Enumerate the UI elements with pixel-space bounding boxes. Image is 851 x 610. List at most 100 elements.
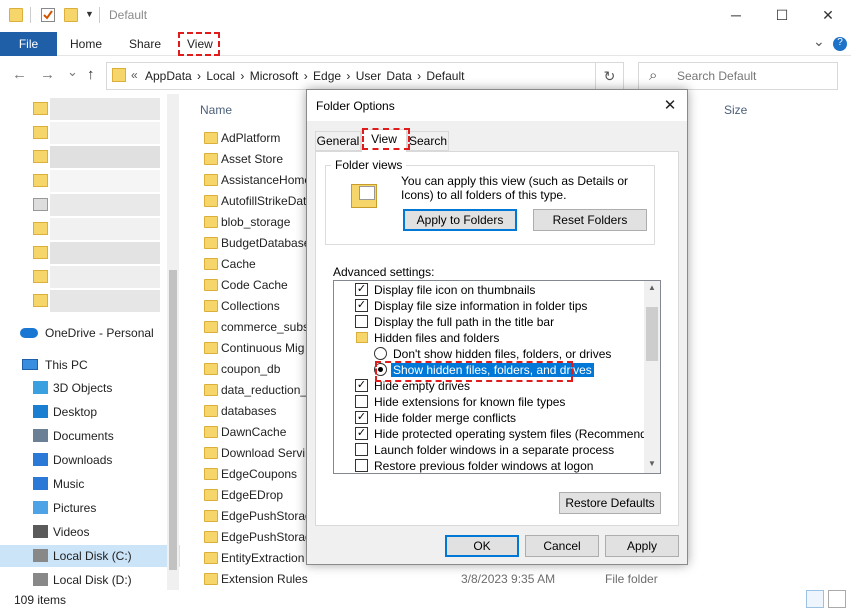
radio-button[interactable] (374, 347, 387, 360)
address-bar[interactable]: « AppData › Local › Microsoft › Edge › U… (106, 62, 596, 90)
status-bar: 109 items (0, 590, 851, 610)
file-name: Code Cache (221, 278, 288, 292)
computer-icon (22, 359, 38, 370)
checkbox[interactable]: ✓ (355, 283, 368, 296)
address-overflow-icon[interactable]: « (131, 68, 138, 82)
maximize-button[interactable]: ☐ (759, 0, 805, 30)
search-input[interactable]: ⌕ Search Default (638, 62, 838, 90)
dialog-title: Folder Options (316, 99, 395, 113)
file-name: data_reduction_ (221, 383, 308, 397)
navigation-pane: OneDrive - Personal This PC 3D Objects De… (0, 94, 180, 590)
sidebar-item-3d-objects[interactable]: 3D Objects (0, 377, 180, 399)
ribbon-tabs: File Home Share View ⌄ ? (0, 32, 851, 56)
scroll-up-icon[interactable]: ▲ (646, 281, 658, 295)
file-name: EdgePushStorag (221, 509, 312, 523)
sidebar-item-music[interactable]: Music (0, 473, 180, 495)
file-name: EdgePushStorag (221, 530, 312, 544)
column-header-name[interactable]: Name (200, 103, 232, 117)
checkbox[interactable]: ✓ (355, 379, 368, 392)
scrollbar-thumb[interactable] (646, 307, 658, 361)
chevron-down-icon[interactable]: ⌄ (813, 29, 825, 53)
item-count: 109 items (14, 593, 67, 607)
advanced-setting-radio[interactable]: Don't show hidden files, folders, or dri… (334, 346, 644, 362)
drive-icon (33, 549, 48, 562)
folder-icon (204, 426, 218, 438)
file-name: AdPlatform (221, 131, 281, 145)
folder-icon (33, 222, 48, 235)
sidebar-item-videos[interactable]: Videos (0, 521, 180, 543)
blurred-item (50, 98, 160, 120)
advanced-setting-check[interactable]: Hide extensions for known file types (334, 394, 644, 410)
sidebar-item-label: This PC (45, 358, 88, 372)
advanced-setting-check[interactable]: Display the full path in the title bar (334, 314, 644, 330)
tab-general[interactable]: General (315, 131, 361, 151)
folder-icon (204, 510, 218, 522)
folder-icon (204, 552, 218, 564)
folder-icon (204, 447, 218, 459)
advanced-setting-check[interactable]: ✓ Hide protected operating system files (… (334, 426, 660, 442)
sidebar-item-onedrive[interactable]: OneDrive - Personal (0, 322, 180, 344)
sidebar-item-this-pc[interactable]: This PC (0, 354, 180, 376)
column-header-size[interactable]: Size (724, 103, 747, 117)
folder-icon (9, 8, 23, 22)
sidebar-item-local-disk-d[interactable]: Local Disk (D:) (0, 569, 180, 591)
checkbox[interactable] (355, 395, 368, 408)
file-name: DawnCache (221, 425, 287, 439)
advanced-setting-check[interactable]: ✓ Display file size information in folder… (334, 298, 644, 314)
forward-arrow-icon[interactable]: → (40, 66, 55, 83)
dialog-title-bar: Folder Options ✕ (307, 90, 687, 121)
sidebar-item-label: Desktop (53, 405, 98, 419)
folder-icon (33, 270, 48, 283)
file-name: EdgeEDrop (221, 488, 284, 502)
up-arrow-icon[interactable]: ↑ (87, 66, 95, 83)
sidebar-item-desktop[interactable]: Desktop (0, 401, 180, 423)
advanced-setting-check[interactable]: ✓ Hide folder merge conflicts (334, 410, 644, 426)
sidebar-item-pictures[interactable]: Pictures (0, 497, 180, 519)
sidebar-item-downloads[interactable]: Downloads (0, 449, 180, 471)
ok-button[interactable]: OK (445, 535, 519, 557)
sidebar-item-label: Downloads (53, 453, 113, 467)
reset-folders-button[interactable]: Reset Folders (533, 209, 647, 231)
checkbox[interactable] (355, 443, 368, 456)
checkbox[interactable]: ✓ (355, 427, 368, 440)
apply-button[interactable]: Apply (605, 535, 679, 557)
close-icon[interactable]: ✕ (659, 95, 681, 117)
checkbox[interactable] (355, 315, 368, 328)
details-view-icon[interactable] (806, 590, 824, 608)
scrollbar-thumb[interactable] (169, 270, 177, 570)
blurred-item (50, 266, 160, 288)
tab-share[interactable]: Share (129, 32, 161, 56)
tab-file[interactable]: File (0, 32, 57, 56)
refresh-button[interactable]: ↻ (596, 62, 624, 90)
minimize-button[interactable]: ─ (713, 0, 759, 30)
address-path[interactable]: AppData › Local › Microsoft › Edge › Use… (145, 69, 464, 83)
help-icon[interactable]: ? (833, 37, 847, 51)
customize-toolbar-icon[interactable]: ▼ (85, 9, 99, 23)
sidebar-item-local-disk-c[interactable]: Local Disk (C:) (0, 545, 180, 567)
sidebar-item-label: Pictures (53, 501, 97, 515)
new-folder-icon[interactable] (64, 8, 78, 22)
folder-icon (33, 174, 48, 187)
tab-home[interactable]: Home (70, 32, 102, 56)
restore-defaults-button[interactable]: Restore Defaults (559, 492, 661, 514)
checkbox[interactable]: ✓ (355, 299, 368, 312)
close-button[interactable]: ✕ (805, 0, 851, 30)
advanced-setting-check[interactable]: Restore previous folder windows at logon (334, 458, 644, 473)
recent-locations-icon[interactable]: ⌄ (67, 64, 78, 80)
sidebar-item-documents[interactable]: Documents (0, 425, 180, 447)
checkbox[interactable] (355, 459, 368, 472)
cancel-button[interactable]: Cancel (525, 535, 599, 557)
scroll-down-icon[interactable]: ▼ (646, 457, 658, 471)
advanced-setting-check[interactable]: ✓ Display file icon on thumbnails (334, 282, 644, 298)
apply-to-folders-button[interactable]: Apply to Folders (403, 209, 517, 231)
table-row[interactable]: Extension Rules 3/8/2023 9:35 AM File fold… (180, 569, 851, 590)
back-arrow-icon[interactable]: ← (12, 66, 27, 83)
properties-icon[interactable] (41, 8, 55, 22)
sidebar-item-label: Local Disk (D:) (53, 573, 132, 587)
folder-icon (204, 405, 218, 417)
large-icons-view-icon[interactable] (828, 590, 846, 608)
advanced-setting-check[interactable]: Launch folder windows in a separate proc… (334, 442, 644, 458)
folder-icon (33, 294, 48, 307)
tab-search[interactable]: Search (407, 131, 449, 151)
checkbox[interactable]: ✓ (355, 411, 368, 424)
